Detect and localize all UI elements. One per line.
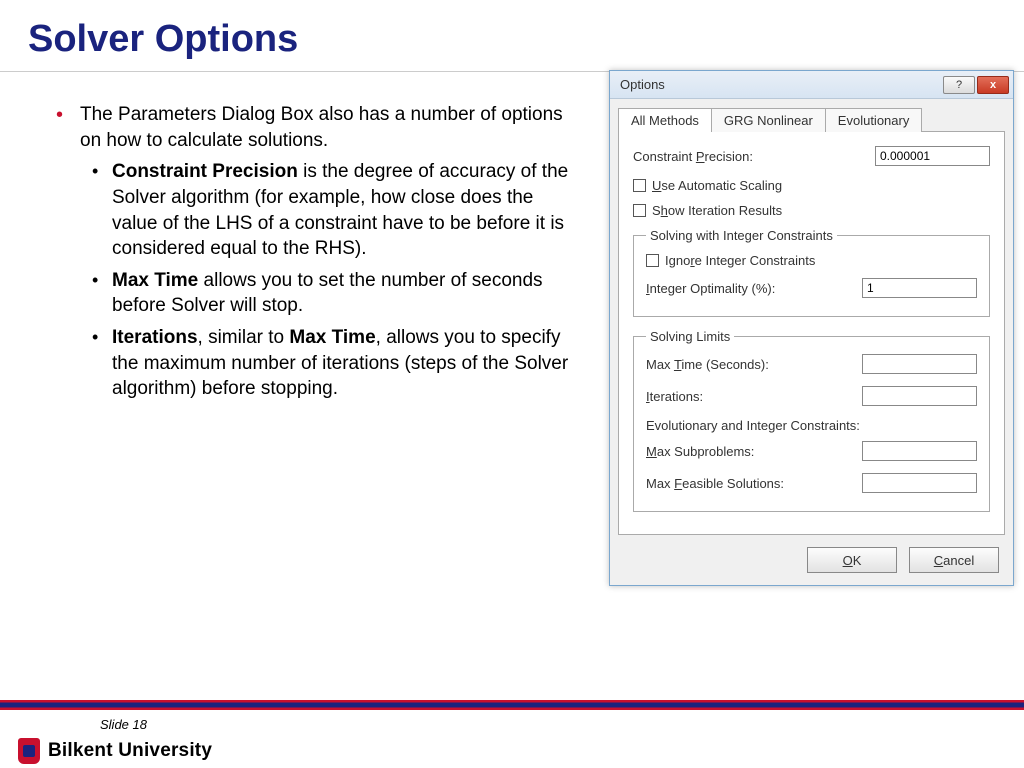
integer-constraints-group: Solving with Integer Constraints Ignore … [633, 228, 990, 317]
max-feasible-input[interactable] [862, 473, 977, 493]
max-feasible-label: Max Feasible Solutions: [646, 476, 862, 491]
cp-bold: Constraint Precision [112, 161, 298, 182]
tab-evolutionary[interactable]: Evolutionary [825, 108, 923, 132]
bullet-constraint-precision: Constraint Precision is the degree of ac… [80, 159, 580, 262]
options-panel: Constraint Precision: Use Automatic Scal… [618, 131, 1005, 535]
slide-number: Slide 18 [100, 717, 147, 732]
bullet-column: The Parameters Dialog Box also has a num… [50, 102, 580, 410]
it-bold2: Max Time [289, 327, 375, 348]
show-iteration-label: Show Iteration Results [652, 203, 782, 218]
cancel-button[interactable]: Cancel [909, 547, 999, 573]
iterations-label: Iterations: [646, 389, 862, 404]
tab-row: All Methods GRG Nonlinear Evolutionary [610, 99, 1013, 131]
dialog-titlebar[interactable]: Options ? x [610, 71, 1013, 99]
it-mid: , similar to [198, 327, 290, 348]
constraint-precision-label: Constraint Precision: [633, 149, 875, 164]
help-icon: ? [956, 79, 962, 91]
bullet-max-time: Max Time allows you to set the number of… [80, 268, 580, 319]
options-dialog: Options ? x All Methods GRG Nonlinear Ev… [609, 70, 1014, 586]
show-iteration-checkbox[interactable] [633, 204, 646, 217]
integer-constraints-legend: Solving with Integer Constraints [646, 228, 837, 243]
max-subproblems-label: Max Subproblems: [646, 444, 862, 459]
evolutionary-subhead: Evolutionary and Integer Constraints: [646, 418, 977, 433]
ok-button[interactable]: OK [807, 547, 897, 573]
slide-title: Solver Options [0, 0, 1024, 72]
max-subproblems-input[interactable] [862, 441, 977, 461]
university-name: Bilkent University [48, 740, 212, 762]
university-brand: Bilkent University [18, 738, 212, 764]
bullet-intro: The Parameters Dialog Box also has a num… [50, 102, 580, 402]
solving-limits-legend: Solving Limits [646, 329, 734, 344]
tab-all-methods[interactable]: All Methods [618, 108, 712, 132]
mt-bold: Max Time [112, 270, 198, 291]
bullet-intro-text: The Parameters Dialog Box also has a num… [80, 104, 563, 151]
crest-icon [18, 738, 40, 764]
auto-scaling-checkbox[interactable] [633, 179, 646, 192]
solving-limits-group: Solving Limits Max Time (Seconds): Itera… [633, 329, 990, 512]
close-button[interactable]: x [977, 76, 1009, 94]
max-time-label: Max Time (Seconds): [646, 357, 862, 372]
constraint-precision-input[interactable] [875, 146, 990, 166]
auto-scaling-label: Use Automatic Scaling [652, 178, 782, 193]
max-time-input[interactable] [862, 354, 977, 374]
close-icon: x [990, 79, 996, 91]
ignore-integer-checkbox[interactable] [646, 254, 659, 267]
integer-optimality-input[interactable] [862, 278, 977, 298]
dialog-title: Options [620, 77, 665, 92]
it-bold1: Iterations [112, 327, 198, 348]
ignore-integer-label: Ignore Integer Constraints [665, 253, 815, 268]
integer-optimality-label: Integer Optimality (%): [646, 281, 862, 296]
help-button[interactable]: ? [943, 76, 975, 94]
tab-grg-nonlinear[interactable]: GRG Nonlinear [711, 108, 826, 132]
iterations-input[interactable] [862, 386, 977, 406]
footer-stripe [0, 700, 1024, 710]
bullet-iterations: Iterations, similar to Max Time, allows … [80, 325, 580, 402]
